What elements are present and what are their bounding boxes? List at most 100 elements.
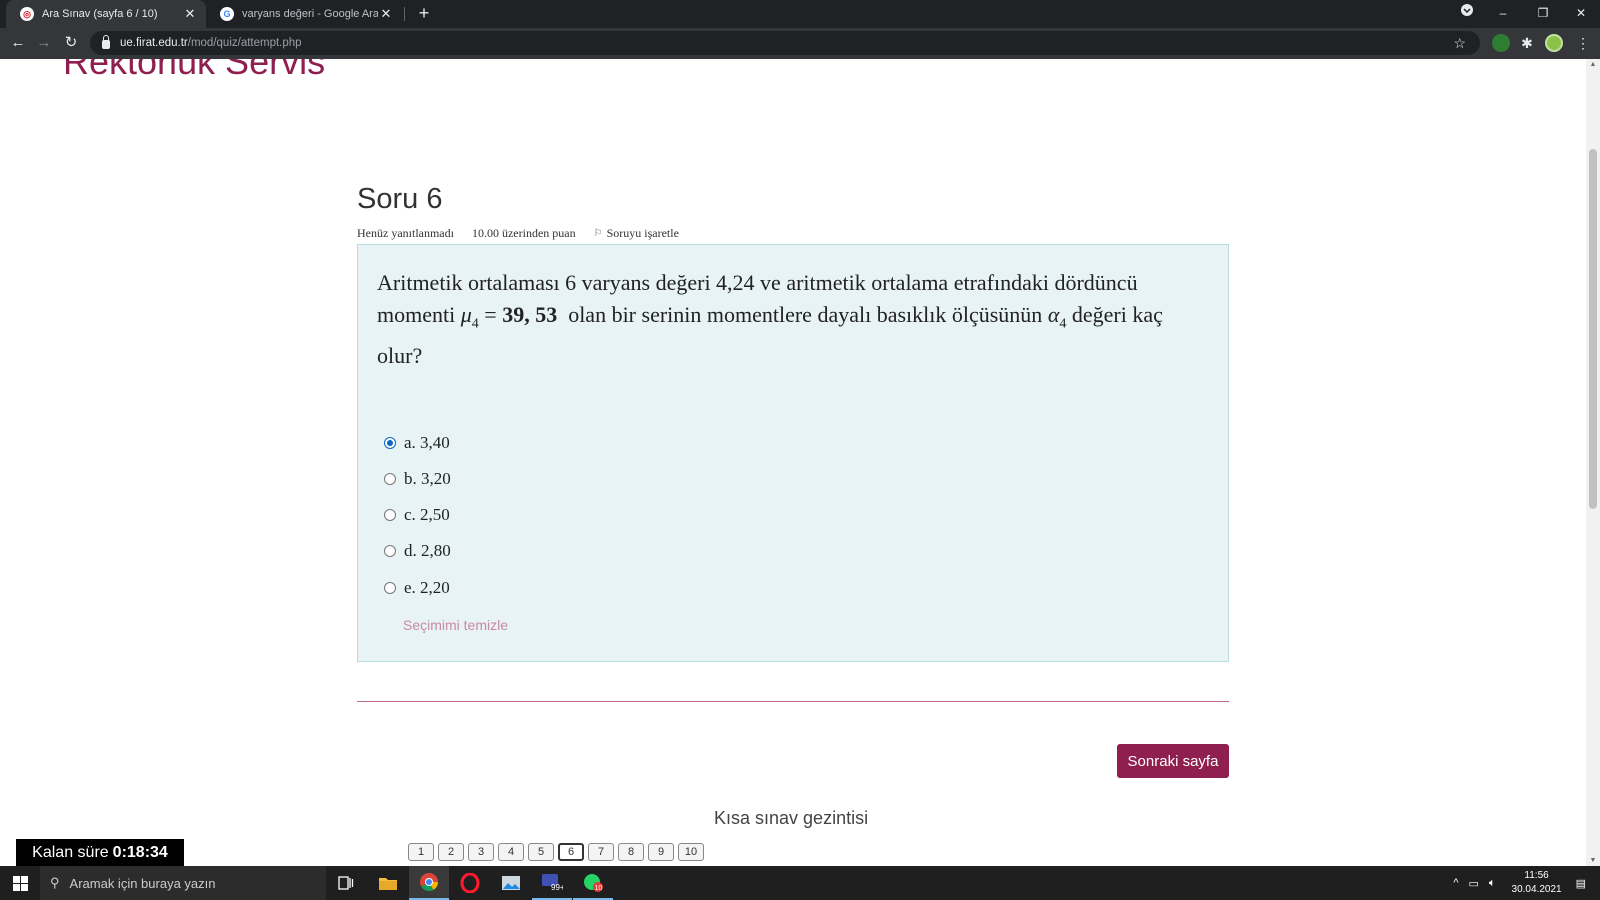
flag-icon: ⚐ [593,228,603,239]
quiz-nav-page-6[interactable]: 6 [558,843,584,861]
flag-question-link[interactable]: ⚐ Soruyu işaretle [594,226,679,241]
answer-option-b[interactable]: b. 3,20 [384,469,451,489]
radio-button[interactable] [384,473,396,485]
question-status: Henüz yanıtlanmadı [357,226,454,240]
address-bar[interactable]: ue.firat.edu.tr/mod/quiz/attempt.php ☆ [90,31,1480,55]
new-tab-button[interactable]: + [414,3,434,23]
clock-date: 30.04.2021 [1511,884,1562,895]
windows-start-button[interactable] [0,866,40,900]
quiz-nav-page-10[interactable]: 10 [678,843,704,861]
math-alpha: α4 [1047,302,1067,331]
browser-toolbar: ← → ↻ ue.firat.edu.tr/mod/quiz/attempt.p… [0,28,1600,59]
radio-button[interactable] [384,437,396,449]
quiz-nav-page-9[interactable]: 9 [648,843,674,861]
file-explorer-icon[interactable] [368,866,408,900]
taskbar-clock[interactable]: 11:56 30.04.2021 [1512,869,1562,897]
mu-subscript: 4 [471,316,479,332]
answer-label: b. 3,20 [404,469,451,488]
mu-symbol: μ [460,302,472,327]
radio-button[interactable] [384,545,396,557]
tab-separator [404,7,405,21]
mu-value: 39, 53 [502,302,558,327]
scroll-up-arrow-icon[interactable]: ▲ [1589,61,1597,68]
answer-option-c[interactable]: c. 2,50 [384,505,450,525]
url-path: /mod/quiz/attempt.php [187,37,302,49]
volume-icon[interactable]: 🔈︎ [1489,877,1496,890]
bookmark-star-icon[interactable]: ☆ [1453,31,1466,55]
system-tray: ^ ▭ 🔈︎ 11:56 30.04.2021 ▤ [1453,866,1600,900]
windows-taskbar: ⚲ Aramak için buraya yazın 99+ 10 ^ ▭ 🔈︎… [0,866,1600,900]
restore-icon[interactable]: ❐ [1524,0,1562,28]
timer-label: Kalan süre [32,843,109,861]
tab-search-icon[interactable] [1448,0,1486,28]
question-info: Henüz yanıtlanmadı 10.00 üzerinden puan … [357,226,679,241]
extension-icon[interactable] [1492,34,1510,52]
alpha-symbol: α [1047,302,1060,327]
quiz-nav-page-3[interactable]: 3 [468,843,494,861]
flag-label: Soruyu işaretle [606,226,679,240]
opera-icon[interactable] [450,866,490,900]
whatsapp-icon[interactable]: 10 [573,866,613,900]
svg-text:10: 10 [595,885,603,892]
quiz-navigation-buttons: 1 2 3 4 5 6 7 8 9 10 [408,843,704,861]
profile-avatar[interactable] [1545,34,1563,52]
puzzle-extensions-icon[interactable]: ✱ [1518,34,1536,52]
answer-label: e. 2,20 [404,578,450,597]
tab-title: varyans değeri - Google Arama [242,8,378,20]
back-arrow-icon[interactable]: ← [6,31,30,55]
answer-label: a. 3,40 [404,433,450,452]
question-content: Aritmetik ortalaması 6 varyans değeri 4,… [357,244,1229,662]
photos-app-icon[interactable] [491,866,531,900]
tab-quiz[interactable]: ◎ Ara Sınav (sayfa 6 / 10) ✕ [6,0,206,28]
site-brand[interactable]: Rektörlük Servis [63,59,325,83]
answer-option-e[interactable]: e. 2,20 [384,578,450,598]
close-tab-icon[interactable]: ✕ [182,6,198,22]
reload-icon[interactable]: ↻ [59,31,83,55]
minimize-icon[interactable]: – [1484,0,1522,28]
chrome-icon[interactable] [409,866,449,900]
svg-text:99+: 99+ [551,883,563,891]
task-view-icon[interactable] [326,866,366,900]
quiz-nav-page-2[interactable]: 2 [438,843,464,861]
notifications-icon[interactable]: ▤ [1576,877,1586,890]
page-scrollbar[interactable]: ▲ ▼ [1586,59,1600,866]
scrollbar-thumb[interactable] [1589,149,1597,509]
close-window-icon[interactable]: ✕ [1562,0,1600,28]
clear-choice-link[interactable]: Seçimimi temizle [403,617,508,633]
scroll-down-arrow-icon[interactable]: ▼ [1589,857,1597,864]
remaining-time: Kalan süre 0:18:34 [16,839,184,866]
content-divider [357,701,1229,702]
google-favicon-icon: G [220,7,234,21]
radio-button[interactable] [384,582,396,594]
tab-google-search[interactable]: G varyans değeri - Google Arama ✕ [206,0,402,28]
answer-label: c. 2,50 [404,505,450,524]
show-hidden-icons-icon[interactable]: ^ [1453,877,1458,889]
answer-option-d[interactable]: d. 2,80 [384,541,451,561]
question-title: Soru 6 [357,183,443,215]
quiz-nav-page-4[interactable]: 4 [498,843,524,861]
question-grade: 10.00 üzerinden puan [471,226,576,240]
close-tab-icon[interactable]: ✕ [378,6,394,22]
search-icon: ⚲ [50,875,60,890]
lock-icon [102,35,110,49]
equals-sign: = [484,302,497,327]
forward-arrow-icon[interactable]: → [32,31,56,55]
quiz-nav-page-8[interactable]: 8 [618,843,644,861]
next-page-button[interactable]: Sonraki sayfa [1117,744,1229,778]
windows-logo-icon [12,875,28,891]
menu-kebab-icon[interactable]: ⋮ [1574,34,1592,52]
network-icon[interactable]: ▭ [1469,877,1479,890]
answer-option-a[interactable]: a. 3,40 [384,433,450,453]
alpha-subscript: 4 [1059,316,1067,332]
clock-time: 11:56 [1524,870,1549,881]
answer-label: d. 2,80 [404,541,451,560]
mail-app-icon[interactable]: 99+ [532,866,572,900]
quiz-nav-page-1[interactable]: 1 [408,843,434,861]
quiz-navigation-heading: Kısa sınav gezintisi [714,808,869,828]
quiz-nav-page-7[interactable]: 7 [588,843,614,861]
quiz-nav-page-5[interactable]: 5 [528,843,554,861]
radio-button[interactable] [384,509,396,521]
url-host: ue.firat.edu.tr [120,37,188,49]
taskbar-search[interactable]: ⚲ Aramak için buraya yazın [40,866,326,900]
timer-value: 0:18:34 [112,843,168,861]
